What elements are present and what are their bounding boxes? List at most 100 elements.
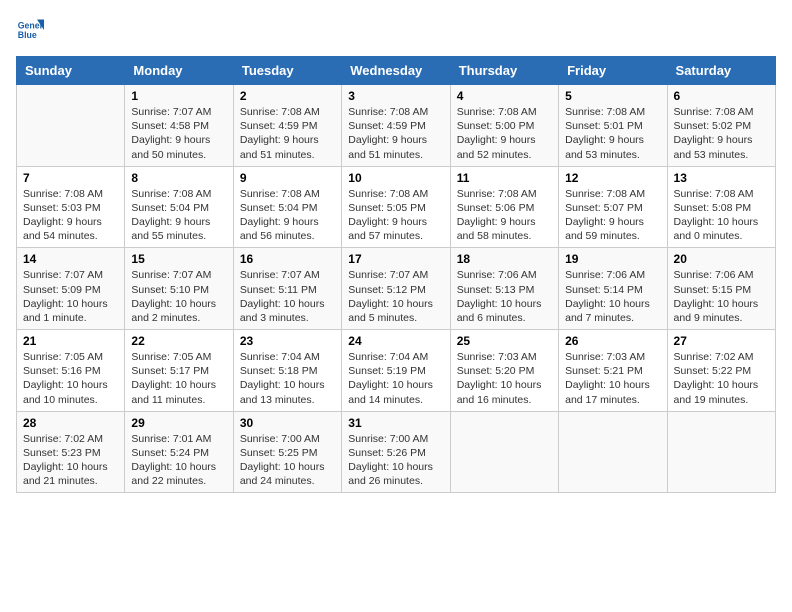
day-number: 8 [131,171,226,185]
day-number: 19 [565,252,660,266]
day-number: 27 [674,334,769,348]
calendar-cell: 10 Sunrise: 7:08 AMSunset: 5:05 PMDayligh… [342,166,450,248]
day-number: 1 [131,89,226,103]
calendar-cell [450,411,558,493]
calendar-cell: 28 Sunrise: 7:02 AMSunset: 5:23 PMDayligh… [17,411,125,493]
day-number: 5 [565,89,660,103]
weekday-header-monday: Monday [125,57,233,85]
calendar-cell: 25 Sunrise: 7:03 AMSunset: 5:20 PMDayligh… [450,330,558,412]
day-info: Sunrise: 7:06 AMSunset: 5:14 PMDaylight:… [565,268,660,325]
day-number: 12 [565,171,660,185]
day-info: Sunrise: 7:08 AMSunset: 5:05 PMDaylight:… [348,187,443,244]
day-info: Sunrise: 7:08 AMSunset: 5:02 PMDaylight:… [674,105,769,162]
calendar-cell: 2 Sunrise: 7:08 AMSunset: 4:59 PMDaylight… [233,85,341,167]
day-info: Sunrise: 7:06 AMSunset: 5:13 PMDaylight:… [457,268,552,325]
day-number: 26 [565,334,660,348]
day-info: Sunrise: 7:07 AMSunset: 5:12 PMDaylight:… [348,268,443,325]
day-number: 2 [240,89,335,103]
calendar-cell: 6 Sunrise: 7:08 AMSunset: 5:02 PMDaylight… [667,85,775,167]
calendar-cell: 14Sunrise: 7:07 AMSunset: 5:09 PMDayligh… [17,248,125,330]
page-header: General Blue [16,16,776,44]
calendar-cell: 18 Sunrise: 7:06 AMSunset: 5:13 PMDayligh… [450,248,558,330]
weekday-header-thursday: Thursday [450,57,558,85]
day-number: 28 [23,416,118,430]
calendar-cell: 23 Sunrise: 7:04 AMSunset: 5:18 PMDayligh… [233,330,341,412]
calendar-cell: 16 Sunrise: 7:07 AMSunset: 5:11 PMDayligh… [233,248,341,330]
day-number: 31 [348,416,443,430]
calendar-cell: 29 Sunrise: 7:01 AMSunset: 5:24 PMDayligh… [125,411,233,493]
calendar-cell: 1 Sunrise: 7:07 AMSunset: 4:58 PMDaylight… [125,85,233,167]
calendar-cell: 22 Sunrise: 7:05 AMSunset: 5:17 PMDayligh… [125,330,233,412]
day-info: Sunrise: 7:07 AMSunset: 5:09 PMDaylight:… [23,268,118,325]
day-info: Sunrise: 7:08 AMSunset: 5:00 PMDaylight:… [457,105,552,162]
day-number: 16 [240,252,335,266]
calendar-cell [667,411,775,493]
weekday-header-saturday: Saturday [667,57,775,85]
day-number: 17 [348,252,443,266]
day-info: Sunrise: 7:08 AMSunset: 5:01 PMDaylight:… [565,105,660,162]
day-info: Sunrise: 7:07 AMSunset: 5:11 PMDaylight:… [240,268,335,325]
day-number: 30 [240,416,335,430]
calendar-cell: 26 Sunrise: 7:03 AMSunset: 5:21 PMDayligh… [559,330,667,412]
day-number: 22 [131,334,226,348]
logo: General Blue [16,16,48,44]
day-info: Sunrise: 7:08 AMSunset: 5:04 PMDaylight:… [131,187,226,244]
day-number: 4 [457,89,552,103]
weekday-header-wednesday: Wednesday [342,57,450,85]
calendar-cell: 13Sunrise: 7:08 AMSunset: 5:08 PMDayligh… [667,166,775,248]
calendar-cell: 7Sunrise: 7:08 AMSunset: 5:03 PMDaylight… [17,166,125,248]
calendar-cell: 19 Sunrise: 7:06 AMSunset: 5:14 PMDayligh… [559,248,667,330]
calendar-cell: 9Sunrise: 7:08 AMSunset: 5:04 PMDaylight… [233,166,341,248]
calendar-cell: 31 Sunrise: 7:00 AMSunset: 5:26 PMDayligh… [342,411,450,493]
day-info: Sunrise: 7:04 AMSunset: 5:18 PMDaylight:… [240,350,335,407]
calendar-cell [559,411,667,493]
calendar-cell: 24 Sunrise: 7:04 AMSunset: 5:19 PMDayligh… [342,330,450,412]
calendar-cell: 21Sunrise: 7:05 AMSunset: 5:16 PMDayligh… [17,330,125,412]
day-number: 6 [674,89,769,103]
calendar-cell: 5 Sunrise: 7:08 AMSunset: 5:01 PMDaylight… [559,85,667,167]
day-info: Sunrise: 7:06 AMSunset: 5:15 PMDaylight:… [674,268,769,325]
day-number: 23 [240,334,335,348]
day-info: Sunrise: 7:04 AMSunset: 5:19 PMDaylight:… [348,350,443,407]
day-number: 7 [23,171,118,185]
calendar-cell [17,85,125,167]
day-info: Sunrise: 7:05 AMSunset: 5:17 PMDaylight:… [131,350,226,407]
calendar-cell: 3Sunrise: 7:08 AMSunset: 4:59 PMDaylight… [342,85,450,167]
calendar-cell: 30 Sunrise: 7:00 AMSunset: 5:25 PMDayligh… [233,411,341,493]
calendar-cell: 11 Sunrise: 7:08 AMSunset: 5:06 PMDayligh… [450,166,558,248]
day-number: 10 [348,171,443,185]
day-info: Sunrise: 7:00 AMSunset: 5:25 PMDaylight:… [240,432,335,489]
calendar-cell: 4 Sunrise: 7:08 AMSunset: 5:00 PMDaylight… [450,85,558,167]
calendar-cell: 27 Sunrise: 7:02 AMSunset: 5:22 PMDayligh… [667,330,775,412]
weekday-header-friday: Friday [559,57,667,85]
day-info: Sunrise: 7:00 AMSunset: 5:26 PMDaylight:… [348,432,443,489]
day-info: Sunrise: 7:08 AMSunset: 5:07 PMDaylight:… [565,187,660,244]
day-info: Sunrise: 7:02 AMSunset: 5:22 PMDaylight:… [674,350,769,407]
day-number: 18 [457,252,552,266]
day-number: 25 [457,334,552,348]
day-info: Sunrise: 7:08 AMSunset: 5:06 PMDaylight:… [457,187,552,244]
day-info: Sunrise: 7:07 AMSunset: 4:58 PMDaylight:… [131,105,226,162]
calendar-cell: 8 Sunrise: 7:08 AMSunset: 5:04 PMDaylight… [125,166,233,248]
day-number: 20 [674,252,769,266]
day-info: Sunrise: 7:03 AMSunset: 5:20 PMDaylight:… [457,350,552,407]
day-info: Sunrise: 7:08 AMSunset: 5:04 PMDaylight:… [240,187,335,244]
day-number: 15 [131,252,226,266]
day-info: Sunrise: 7:05 AMSunset: 5:16 PMDaylight:… [23,350,118,407]
day-number: 24 [348,334,443,348]
logo-icon: General Blue [16,16,44,44]
day-number: 29 [131,416,226,430]
day-info: Sunrise: 7:01 AMSunset: 5:24 PMDaylight:… [131,432,226,489]
day-number: 3 [348,89,443,103]
day-info: Sunrise: 7:07 AMSunset: 5:10 PMDaylight:… [131,268,226,325]
day-info: Sunrise: 7:03 AMSunset: 5:21 PMDaylight:… [565,350,660,407]
day-info: Sunrise: 7:02 AMSunset: 5:23 PMDaylight:… [23,432,118,489]
weekday-header-tuesday: Tuesday [233,57,341,85]
day-info: Sunrise: 7:08 AMSunset: 4:59 PMDaylight:… [240,105,335,162]
svg-text:Blue: Blue [18,30,37,40]
calendar-table: SundayMondayTuesdayWednesdayThursdayFrid… [16,56,776,493]
calendar-cell: 17 Sunrise: 7:07 AMSunset: 5:12 PMDayligh… [342,248,450,330]
calendar-header: SundayMondayTuesdayWednesdayThursdayFrid… [17,57,776,85]
calendar-cell: 20 Sunrise: 7:06 AMSunset: 5:15 PMDayligh… [667,248,775,330]
day-number: 11 [457,171,552,185]
